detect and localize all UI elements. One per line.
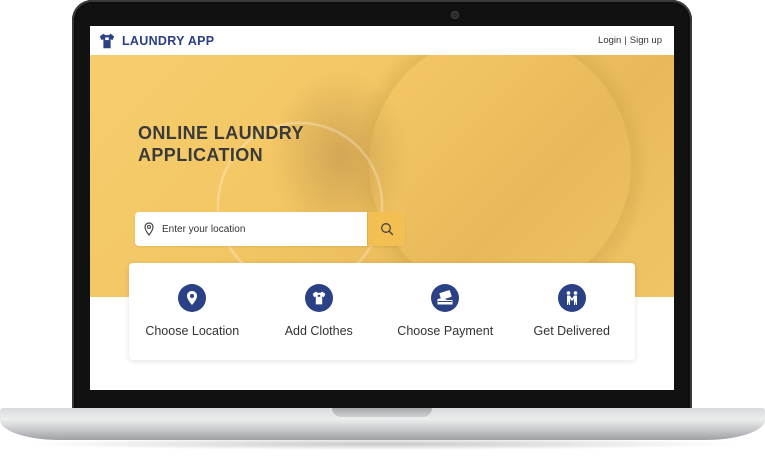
auth-separator: | <box>624 35 627 46</box>
location-pin-icon <box>144 222 154 236</box>
search-icon <box>380 223 393 236</box>
payment-card-icon <box>431 284 460 312</box>
login-link[interactable]: Login <box>598 35 621 46</box>
step-choose-payment[interactable]: Choose Payment <box>385 284 505 338</box>
app-name: LAUNDRY APP <box>122 33 215 48</box>
location-pin-icon <box>178 284 207 312</box>
shirt-icon <box>304 284 333 312</box>
camera-icon <box>452 12 458 18</box>
step-get-delivered[interactable]: Get Delivered <box>512 284 632 338</box>
step-add-clothes[interactable]: Add Clothes <box>259 284 379 338</box>
search-button[interactable] <box>367 212 405 246</box>
signup-link[interactable]: Sign up <box>630 35 662 46</box>
steps-card: Choose Location Add Clothes Choose Payme… <box>129 263 635 360</box>
location-input[interactable] <box>160 213 367 245</box>
shirt-logo-icon <box>99 33 115 48</box>
hero-banner: ONLINE LAUNDRY APPLICATION <box>90 55 674 297</box>
delivery-people-icon <box>557 284 586 312</box>
navbar: LAUNDRY APP Login | Sign up <box>90 26 674 55</box>
laptop-notch <box>332 408 432 417</box>
step-label: Choose Location <box>145 324 240 338</box>
laptop-screen: LAUNDRY APP Login | Sign up ONLINE LAUND… <box>90 26 674 390</box>
brand[interactable]: LAUNDRY APP <box>98 32 214 50</box>
step-choose-location[interactable]: Choose Location <box>132 284 252 338</box>
auth-links: Login | Sign up <box>598 35 662 46</box>
hero-title-line1: ONLINE LAUNDRY <box>138 123 304 143</box>
hero-title-line2: APPLICATION <box>138 145 264 165</box>
step-label: Get Delivered <box>533 324 610 338</box>
step-label: Add Clothes <box>284 324 353 338</box>
step-label: Choose Payment <box>397 324 494 338</box>
location-search <box>135 212 405 246</box>
hero-title: ONLINE LAUNDRY APPLICATION <box>138 122 304 166</box>
